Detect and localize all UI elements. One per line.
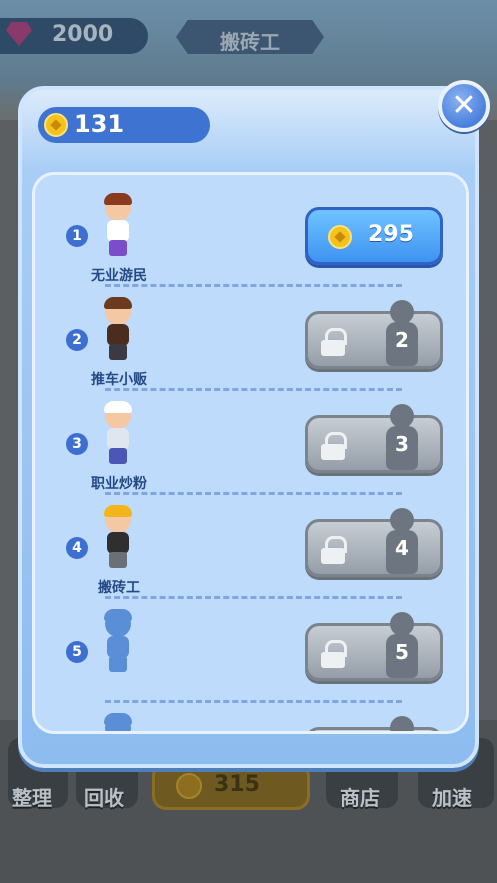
lock-icon <box>320 432 347 460</box>
worker-name: 职业炒粉 <box>91 476 147 492</box>
rank-badge: 4 <box>66 537 88 559</box>
list-item: 4 搬砖工 4 <box>35 495 466 599</box>
level-title: 搬砖工 <box>220 30 280 54</box>
coin-icon <box>328 225 352 249</box>
coin-icon <box>44 113 68 137</box>
buy-worker-price: 315 <box>214 772 260 797</box>
unlock-level: 3 <box>395 432 409 456</box>
coin-icon <box>176 773 202 799</box>
list-item: 3 职业炒粉 3 <box>35 391 466 495</box>
locked-button[interactable]: 3 <box>305 404 443 473</box>
buy-price: 295 <box>368 222 414 247</box>
list-item: 1 无业游民 295 <box>35 183 466 287</box>
speedup-label: 加速 <box>432 786 472 810</box>
unlock-level: 4 <box>395 536 409 560</box>
worker-avatar <box>99 297 137 363</box>
unlock-level: 2 <box>395 328 409 352</box>
list-item: 5 5 <box>35 599 466 703</box>
rank-badge: 3 <box>66 433 88 455</box>
worker-avatar <box>99 193 137 259</box>
locked-button[interactable]: 2 <box>305 300 443 369</box>
lock-icon <box>320 536 347 564</box>
modal-coin-count: 131 <box>74 110 125 138</box>
close-button[interactable]: ✕ <box>438 80 490 132</box>
list-item <box>35 703 466 731</box>
recycle-label: 回收 <box>84 786 124 810</box>
rank-badge: 5 <box>66 641 88 663</box>
worker-avatar <box>99 505 137 571</box>
locked-button[interactable]: 4 <box>305 508 443 577</box>
organize-label: 整理 <box>12 786 52 810</box>
locked-button[interactable] <box>305 716 443 731</box>
rank-badge: 2 <box>66 329 88 351</box>
unlock-level: 5 <box>395 640 409 664</box>
list-item: 2 推车小贩 2 <box>35 287 466 391</box>
worker-name: 无业游民 <box>91 268 147 284</box>
close-icon: ✕ <box>451 88 477 123</box>
worker-avatar <box>99 401 137 467</box>
lock-icon <box>320 328 347 356</box>
buy-button[interactable]: 295 <box>305 207 443 265</box>
locked-button[interactable]: 5 <box>305 612 443 681</box>
worker-silhouette-icon <box>386 716 418 731</box>
worker-name: 推车小贩 <box>91 372 147 388</box>
worker-list-panel[interactable]: 1 无业游民 295 2 推车小贩 2 3 职业炒粉 3 4 搬砖工 4 5 5 <box>32 172 469 734</box>
locked-worker-silhouette <box>99 713 137 731</box>
locked-worker-silhouette <box>99 609 137 675</box>
gem-count: 2000 <box>52 22 114 47</box>
shop-label: 商店 <box>340 786 380 810</box>
worker-name: 搬砖工 <box>98 580 140 596</box>
lock-icon <box>320 640 347 668</box>
rank-badge: 1 <box>66 225 88 247</box>
